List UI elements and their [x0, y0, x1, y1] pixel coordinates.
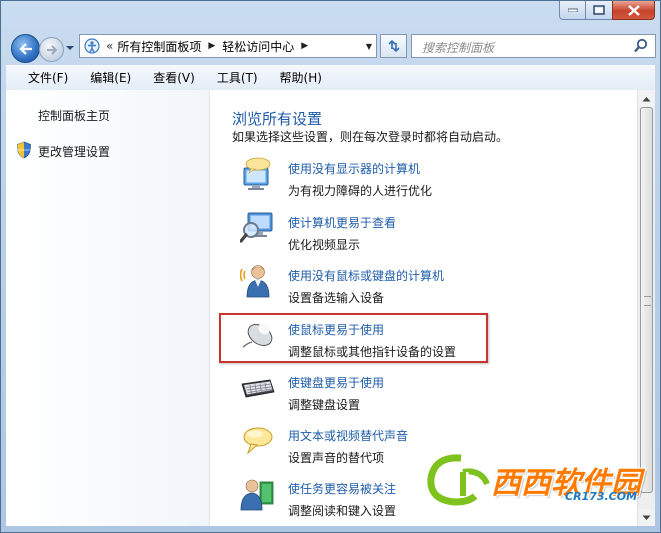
- breadcrumb-control-panel[interactable]: 所有控制面板项: [117, 38, 201, 55]
- menu-file[interactable]: 文件(F): [20, 69, 76, 86]
- close-button[interactable]: [612, 1, 655, 20]
- setting-item: 使用没有鼠标或键盘的计算机 设置备选输入设备: [240, 263, 640, 313]
- highlight-box: [219, 313, 488, 363]
- minimize-button[interactable]: [559, 1, 586, 20]
- user-speech-icon: [240, 265, 270, 298]
- narrator-icon: [243, 157, 271, 190]
- minimize-icon: [567, 8, 578, 12]
- breadcrumb-chevron-icon[interactable]: ▶: [301, 41, 308, 51]
- menu-edit[interactable]: 编辑(E): [82, 69, 139, 86]
- menu-view[interactable]: 查看(V): [145, 69, 203, 86]
- recent-pages-dropdown-icon[interactable]: [65, 43, 75, 53]
- navigation-bar: « 所有控制面板项 ▶ 轻松访问中心 ▶ ▼ 搜索控制面板: [1, 31, 660, 63]
- scroll-down-icon: [642, 515, 651, 520]
- breadcrumb-overflow[interactable]: «: [106, 39, 113, 53]
- breadcrumb-chevron-icon[interactable]: ▶: [208, 41, 215, 51]
- setting-link[interactable]: 使计算机更易于查看: [288, 214, 396, 231]
- breadcrumb-ease-of-access[interactable]: 轻松访问中心: [222, 38, 294, 55]
- setting-description: 调整键盘设置: [288, 398, 361, 412]
- change-admin-settings-link[interactable]: 更改管理设置: [38, 143, 110, 160]
- back-arrow-icon: [18, 42, 32, 55]
- setting-link[interactable]: 使键盘更易于使用: [288, 374, 384, 391]
- uac-shield-icon: [17, 141, 31, 159]
- page-heading: 浏览所有设置: [232, 110, 323, 128]
- keyboard-icon: [241, 379, 275, 398]
- scroll-thumb[interactable]: [640, 107, 653, 493]
- magnifier-icon: [240, 212, 273, 243]
- setting-description: 为有视力障碍的人进行优化: [288, 184, 433, 198]
- close-icon: [627, 4, 640, 16]
- maximize-icon: [593, 5, 605, 15]
- menu-help[interactable]: 帮助(H): [272, 69, 330, 86]
- title-bar: [1, 1, 660, 31]
- scroll-grip: [644, 296, 651, 306]
- setting-item: 使键盘更易于使用 调整键盘设置: [240, 370, 640, 420]
- menu-bar: 文件(F) 编辑(E) 查看(V) 工具(T) 帮助(H): [6, 64, 655, 91]
- setting-item: 使用没有显示器的计算机 为有视力障碍的人进行优化: [240, 156, 640, 206]
- setting-link[interactable]: 使用没有显示器的计算机: [288, 160, 420, 177]
- control-panel-home-link[interactable]: 控制面板主页: [38, 107, 110, 124]
- address-bar[interactable]: « 所有控制面板项 ▶ 轻松访问中心 ▶ ▼: [79, 34, 377, 58]
- back-button[interactable]: [11, 34, 40, 63]
- setting-description: 设置声音的替代项: [288, 451, 385, 465]
- setting-description: 调整阅读和键入设置: [288, 504, 397, 518]
- setting-item: 使计算机更易于查看 优化视频显示: [240, 210, 640, 260]
- watermark-url: CR173.COM: [565, 490, 638, 503]
- watermark-logo: 西西软件园 CR173.COM: [425, 450, 657, 510]
- setting-description: 设置备选输入设备: [288, 291, 385, 305]
- scroll-up-icon: [642, 96, 651, 101]
- control-panel-icon: [84, 38, 100, 54]
- window-controls: [559, 1, 655, 20]
- scroll-down-button[interactable]: [638, 509, 655, 526]
- search-placeholder: 搜索控制面板: [422, 41, 495, 55]
- refresh-icon: [387, 39, 400, 53]
- maximize-button[interactable]: [586, 1, 612, 20]
- address-dropdown-icon[interactable]: ▼: [366, 42, 372, 51]
- refresh-button[interactable]: [380, 34, 407, 58]
- search-input[interactable]: 搜索控制面板: [411, 34, 656, 58]
- setting-description: 优化视频显示: [288, 238, 361, 252]
- forward-button[interactable]: [39, 37, 64, 62]
- user-book-icon: [240, 479, 274, 511]
- cr-logo-icon: [425, 451, 493, 509]
- speech-bubble-icon: [243, 427, 273, 455]
- setting-link[interactable]: 使用没有鼠标或键盘的计算机: [288, 267, 444, 284]
- setting-link[interactable]: 使任务更容易被关注: [288, 480, 396, 497]
- page-description: 如果选择这些设置，则在每次登录时都将自动启动。: [232, 130, 509, 144]
- menu-tools[interactable]: 工具(T): [209, 69, 266, 86]
- task-pane: 控制面板主页 更改管理设置: [6, 90, 210, 526]
- scroll-up-button[interactable]: [638, 90, 655, 107]
- forward-arrow-icon: [46, 44, 57, 55]
- setting-link[interactable]: 用文本或视频替代声音: [288, 427, 408, 444]
- search-icon[interactable]: [633, 38, 649, 54]
